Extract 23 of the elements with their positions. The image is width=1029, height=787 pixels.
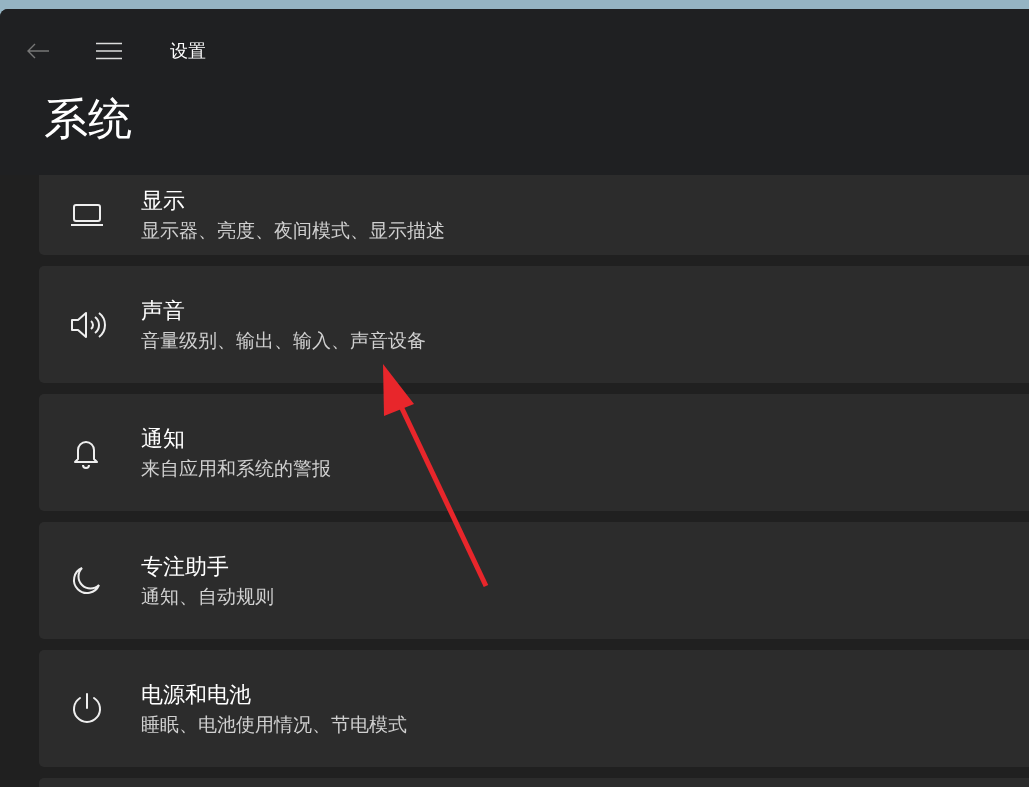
item-description: 来自应用和系统的警报	[141, 455, 331, 481]
item-description: 音量级别、输出、输入、声音设备	[141, 327, 426, 353]
item-title: 声音	[141, 296, 186, 325]
settings-item[interactable]: 专注助手 通知、自动规则	[39, 522, 1029, 639]
settings-item[interactable]: 电源和电池 睡眠、电池使用情况、节电模式	[39, 650, 1029, 767]
menu-icon[interactable]	[96, 42, 122, 60]
item-title: 显示	[141, 187, 186, 215]
moon-icon	[70, 564, 102, 597]
item-description: 通知、自动规则	[141, 583, 274, 609]
item-description: 睡眠、电池使用情况、节电模式	[141, 711, 407, 737]
window-title: 设置	[170, 39, 206, 63]
settings-item[interactable]: 声音 音量级别、输出、输入、声音设备	[39, 266, 1029, 383]
speaker-icon	[70, 309, 106, 340]
item-title: 专注助手	[141, 552, 230, 581]
page-title: 系统	[43, 92, 133, 146]
item-title: 电源和电池	[141, 680, 252, 709]
back-arrow-icon[interactable]	[26, 43, 50, 59]
settings-item[interactable]: 通知 来自应用和系统的警报	[39, 394, 1029, 511]
settings-item[interactable]: 显示 显示器、亮度、夜间模式、显示描述	[39, 175, 1029, 255]
power-icon	[70, 691, 104, 726]
laptop-icon	[70, 203, 104, 227]
item-title: 通知	[141, 424, 186, 453]
item-description: 显示器、亮度、夜间模式、显示描述	[141, 218, 445, 243]
